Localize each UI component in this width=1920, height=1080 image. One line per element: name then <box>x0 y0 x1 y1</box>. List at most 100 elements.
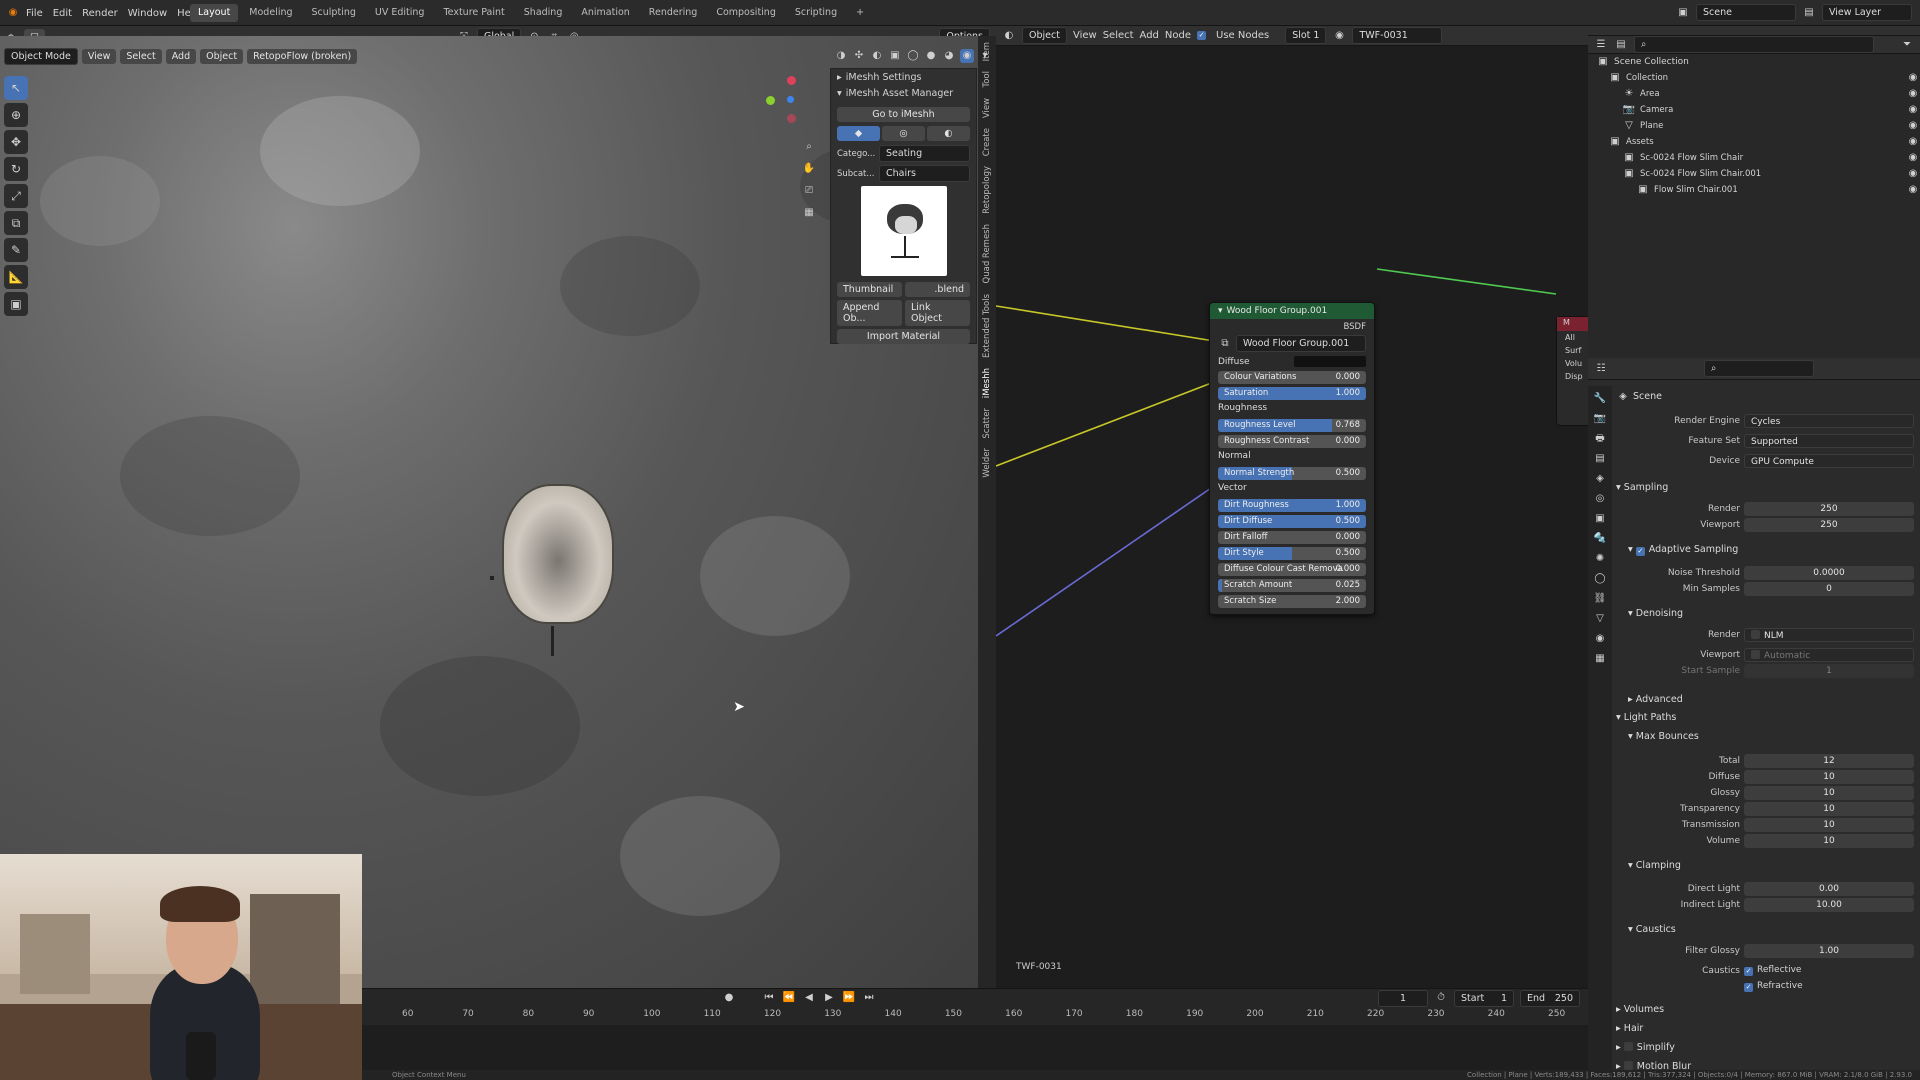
tab-texture-paint[interactable]: Texture Paint <box>435 4 512 22</box>
shading-rendered-icon[interactable]: ◉ <box>960 49 974 63</box>
shading-material-icon[interactable]: ◕ <box>942 49 956 63</box>
blender-logo-icon[interactable]: ◉ <box>6 6 20 20</box>
current-frame-field[interactable]: 1 <box>1378 989 1428 1007</box>
viewport-menu-view[interactable]: View <box>81 48 117 64</box>
field-scratch-size[interactable]: Scratch Size 2.000 <box>1218 595 1366 608</box>
denoise-render-dropdown[interactable]: NLM <box>1744 628 1914 642</box>
chair-model[interactable] <box>502 484 614 624</box>
visibility-icon[interactable]: ◑ <box>834 49 848 63</box>
tab-animation[interactable]: Animation <box>573 4 637 22</box>
start-sample-field[interactable]: 1 <box>1744 664 1914 678</box>
denoise-viewport-dropdown[interactable]: Automatic <box>1744 648 1914 662</box>
bounce-field[interactable]: 10 <box>1744 770 1914 784</box>
mode-selector[interactable]: Object Mode <box>4 47 78 65</box>
device-dropdown[interactable]: GPU Compute <box>1744 454 1914 468</box>
properties-search[interactable]: ⌕ <box>1704 360 1814 377</box>
timeline-ruler[interactable]: 60 70 80 90 100 110 120 130 140 150 160 170 180 190 20… <box>362 1009 1588 1023</box>
thumbnail-button[interactable]: Thumbnail <box>837 282 902 297</box>
outliner-item[interactable]: ▣ Flow Slim Chair.001 ◉ <box>1588 182 1920 198</box>
field-saturation[interactable]: Saturation 1.000 <box>1218 387 1366 400</box>
field-dirt-style[interactable]: Dirt Style 0.500 <box>1218 547 1366 560</box>
visibility-eye-icon[interactable]: ◉ <box>1906 71 1920 85</box>
menu-window[interactable]: Window <box>128 8 167 19</box>
diffuse-color-swatch[interactable] <box>1294 356 1366 367</box>
outliner-item[interactable]: ▣ Collection ◉ <box>1588 70 1920 86</box>
tab-shading[interactable]: Shading <box>516 4 571 22</box>
imeshh-settings-header[interactable]: ▸ iMeshh Settings <box>831 69 976 85</box>
viewport-menu-object[interactable]: Object <box>200 48 244 64</box>
xray-icon[interactable]: ▣ <box>888 49 902 63</box>
add-workspace-button[interactable]: + <box>848 4 872 22</box>
clamping-panel-header[interactable]: ▾ Clamping <box>1628 860 1681 871</box>
feature-set-dropdown[interactable]: Supported <box>1744 434 1914 448</box>
next-keyframe-icon[interactable]: ⏩ <box>842 991 856 1005</box>
indirect-light-field[interactable]: 10.00 <box>1744 898 1914 912</box>
constraints-tab-icon[interactable]: ⛓ <box>1593 592 1607 606</box>
advanced-panel-header[interactable]: ▸ Advanced <box>1628 694 1683 705</box>
import-material-button[interactable]: Import Material <box>837 329 970 344</box>
scale-tool-icon[interactable]: ⤢ <box>4 184 28 208</box>
texture-tab-icon[interactable]: ▦ <box>1593 652 1607 666</box>
timeline-track[interactable] <box>362 1025 1588 1071</box>
max-bounces-header[interactable]: ▾ Max Bounces <box>1628 731 1699 742</box>
display-mode-icon[interactable]: ▤ <box>1614 38 1628 52</box>
field-roughness-contrast[interactable]: Roughness Contrast 0.000 <box>1218 435 1366 448</box>
data-tab-icon[interactable]: ▽ <box>1593 612 1607 626</box>
tab-quad-remesh[interactable]: Quad Remesh <box>982 224 992 283</box>
viewport-menu-select[interactable]: Select <box>120 48 162 64</box>
shading-solid-icon[interactable]: ● <box>924 49 938 63</box>
zoom-icon[interactable]: ⌕ <box>802 140 816 154</box>
bounce-field[interactable]: 10 <box>1744 802 1914 816</box>
visibility-eye-icon[interactable]: ◉ <box>1906 135 1920 149</box>
refractive-checkbox[interactable]: ✓ Refractive <box>1744 981 1803 992</box>
play-icon[interactable]: ▶ <box>822 991 836 1005</box>
materials-tab-icon[interactable]: ◎ <box>882 126 925 141</box>
menu-render[interactable]: Render <box>82 8 118 19</box>
filter-glossy-field[interactable]: 1.00 <box>1744 944 1914 958</box>
bounce-field[interactable]: 10 <box>1744 786 1914 800</box>
visibility-eye-icon[interactable]: ◉ <box>1906 167 1920 181</box>
tab-tool[interactable]: Tool <box>982 71 992 88</box>
link-object-button[interactable]: Link Object <box>905 300 970 326</box>
camera-view-icon[interactable]: ⎚ <box>802 184 816 198</box>
outliner-type-icon[interactable]: ☰ <box>1594 38 1608 52</box>
field-diffuse-colour-cast[interactable]: Diffuse Colour Cast Remova 0.000 <box>1218 563 1366 576</box>
light-paths-panel-header[interactable]: ▾ Light Paths <box>1616 712 1676 723</box>
properties-type-icon[interactable]: ☷ <box>1594 362 1608 376</box>
field-roughness-level[interactable]: Roughness Level 0.768 <box>1218 419 1366 432</box>
field-colour-variations[interactable]: Colour Variations 0.000 <box>1218 371 1366 384</box>
scene-collection-row[interactable]: ▣ Scene Collection <box>1588 54 1920 70</box>
node-title[interactable]: ▾ Wood Floor Group.001 <box>1210 303 1374 319</box>
transform-tool-icon[interactable]: ⧉ <box>4 211 28 235</box>
group-name-field[interactable]: Wood Floor Group.001 <box>1236 335 1366 352</box>
asset-thumbnail[interactable] <box>860 186 947 276</box>
scene-selector[interactable]: Scene <box>1696 4 1796 21</box>
visibility-eye-icon[interactable]: ◉ <box>1906 103 1920 117</box>
navigation-gizmo[interactable] <box>760 68 820 128</box>
outliner-item[interactable]: 📷 Camera ◉ <box>1588 102 1920 118</box>
outliner-item[interactable]: ▣ Sc-0024 Flow Slim Chair.001 ◉ <box>1588 166 1920 182</box>
tab-layout[interactable]: Layout <box>190 4 239 22</box>
imeshh-asset-manager-header[interactable]: ▾ iMeshh Asset Manager <box>831 85 976 101</box>
outliner-item[interactable]: ▽ Plane ◉ <box>1588 118 1920 134</box>
retopoflow-menu[interactable]: RetopoFlow (broken) <box>247 48 358 64</box>
denoising-panel-header[interactable]: ▾ Denoising <box>1628 608 1683 619</box>
physics-tab-icon[interactable]: ◯ <box>1593 572 1607 586</box>
play-reverse-icon[interactable]: ◀ <box>802 991 816 1005</box>
move-tool-icon[interactable]: ✥ <box>4 130 28 154</box>
shader-node-editor[interactable]: ◐ Object View Select Add Node ✓ Use Node… <box>996 26 1588 988</box>
overlay-icon[interactable]: ◐ <box>870 49 884 63</box>
filter-icon[interactable]: ⏷ <box>1900 38 1914 52</box>
noise-threshold-field[interactable]: 0.0000 <box>1744 566 1914 580</box>
models-tab-icon[interactable]: ◆ <box>837 126 880 141</box>
append-object-button[interactable]: Append Ob... <box>837 300 902 326</box>
caustics-panel-header[interactable]: ▾ Caustics <box>1628 924 1676 935</box>
view-layer-tab-icon[interactable]: ▤ <box>1593 452 1607 466</box>
field-scratch-amount[interactable]: Scratch Amount 0.025 <box>1218 579 1366 592</box>
shading-options-icon[interactable]: ▾ <box>978 49 992 63</box>
sampling-panel-header[interactable]: ▾ Sampling <box>1616 482 1668 493</box>
outliner-search[interactable]: ⌕ <box>1634 36 1874 53</box>
output-tab-icon[interactable]: 🖶 <box>1593 432 1607 446</box>
pan-hand-icon[interactable]: ✋ <box>802 162 816 176</box>
outliner-item[interactable]: ☀ Area ◉ <box>1588 86 1920 102</box>
